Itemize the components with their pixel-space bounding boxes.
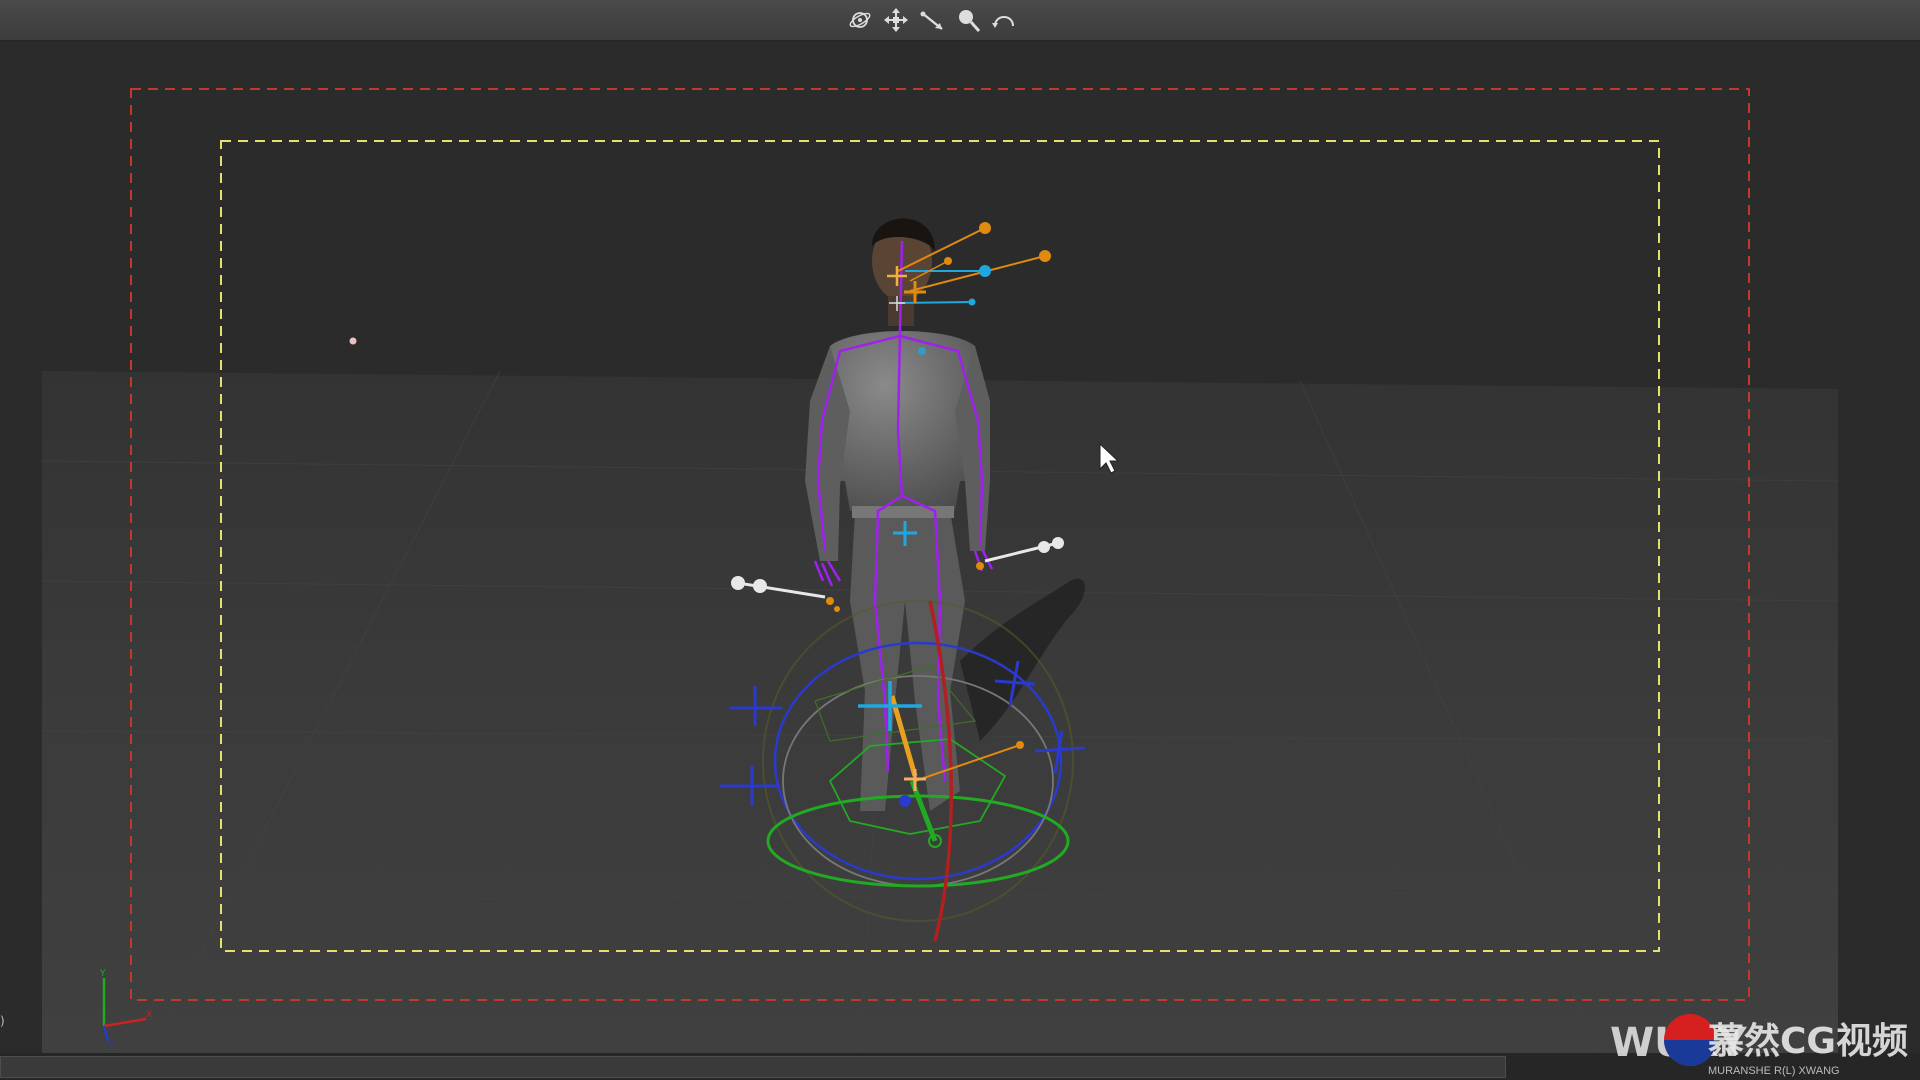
dolly-icon bbox=[920, 11, 943, 30]
head-effector-dot[interactable] bbox=[944, 257, 952, 265]
head-effector-dot[interactable] bbox=[979, 222, 991, 234]
axis-label-x: X bbox=[146, 1010, 152, 1020]
timeline-track[interactable] bbox=[0, 1056, 1506, 1078]
3d-viewport[interactable]: Y X Z bbox=[0, 41, 1920, 1053]
watermark-chinese-text: 慕然CG视频 bbox=[1708, 1020, 1908, 1062]
orbit-icon bbox=[849, 12, 871, 28]
head-effector-dot[interactable] bbox=[1039, 250, 1051, 262]
undo-view-icon bbox=[992, 16, 1014, 28]
pan-icon bbox=[884, 8, 908, 32]
orbit-tool-button[interactable] bbox=[842, 2, 878, 38]
undo-view-tool-button[interactable] bbox=[986, 2, 1022, 38]
zoom-icon bbox=[959, 10, 981, 32]
head-effector-dot[interactable] bbox=[968, 298, 976, 306]
pan-tool-button[interactable] bbox=[878, 2, 914, 38]
axis-label-z: Z bbox=[108, 1043, 114, 1053]
viewer-toolbar bbox=[0, 0, 1920, 41]
viewport-scene: Y X Z bbox=[41, 88, 1839, 1053]
watermark-sub-text: MURANSHE R(L) XWANG bbox=[1708, 1065, 1840, 1077]
viewport-edge-marker: ) bbox=[0, 1014, 5, 1028]
head-effector-dot[interactable] bbox=[979, 265, 991, 277]
scene-point-marker bbox=[349, 337, 357, 345]
dolly-tool-button[interactable] bbox=[914, 2, 950, 38]
watermark-logo: WUKY 慕然CG视频 MURANSHE R(L) XWANG bbox=[1610, 1014, 1908, 1077]
zoom-tool-button[interactable] bbox=[950, 2, 986, 38]
navigation-tool-group bbox=[842, 2, 1022, 38]
axis-label-y: Y bbox=[99, 969, 106, 979]
